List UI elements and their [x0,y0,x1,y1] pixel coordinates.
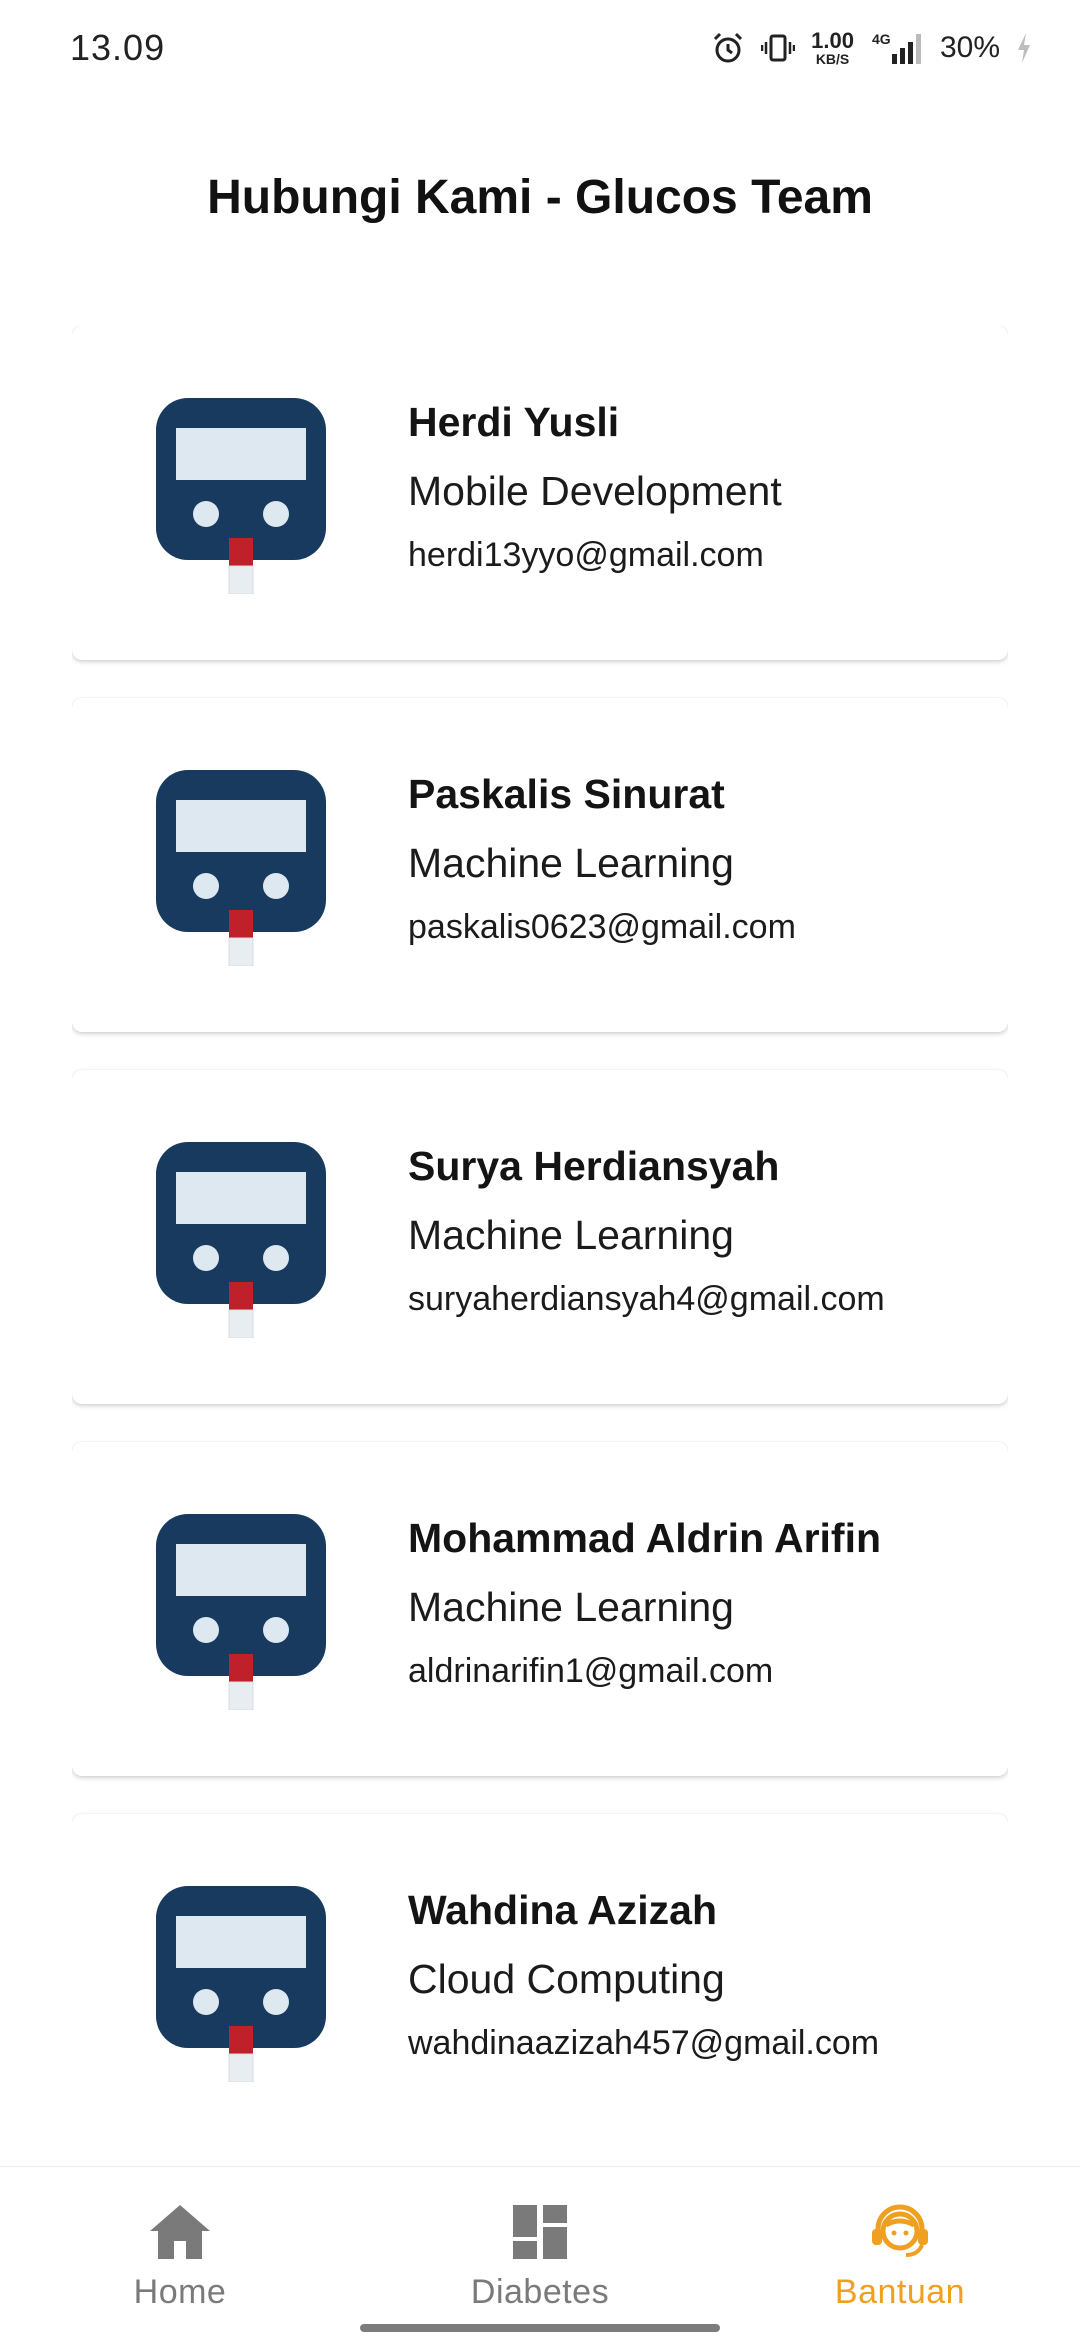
speed-value: 1.00 [811,28,854,53]
nav-label-diabetes: Diabetes [470,2273,610,2311]
contact-info: Wahdina Azizah Cloud Computing wahdinaaz… [408,1887,988,2061]
vibrate-icon [761,34,796,62]
contact-email[interactable]: wahdinaazizah457@gmail.com [408,2026,988,2060]
gesture-navigation-bar[interactable] [360,2324,720,2332]
network-speed: 1.00 KB/S [811,28,854,67]
contact-role: Machine Learning [408,1212,734,1258]
screen: 13.09 1.00 KB/S 4G 30% Hubungi Kami - Gl… [0,0,1080,2340]
bottom-navigation: Home Diabetes Bantuan [0,2166,1080,2340]
contact-email[interactable]: paskalis0623@gmail.com [408,910,988,944]
contact-card[interactable]: Mohammad Aldrin Arifin Machine Learning … [72,1442,1008,1776]
signal-icon: 4G [872,31,921,64]
contact-role: Machine Learning [408,840,734,886]
contact-name: Wahdina Azizah [408,1887,718,1933]
glucometer-icon [156,770,326,966]
nav-label-bantuan: Bantuan [834,2273,966,2311]
glucometer-icon [156,1886,326,2082]
contact-card[interactable]: Wahdina Azizah Cloud Computing wahdinaaz… [72,1814,1008,2126]
alarm-icon [714,32,743,63]
contact-info: Surya Herdiansyah Machine Learning surya… [408,1143,988,1317]
contact-email[interactable]: suryaherdiansyah4@gmail.com [408,1282,988,1316]
charging-icon [1018,33,1030,63]
nav-item-bantuan[interactable]: Bantuan [720,2167,1080,2340]
status-bar: 13.09 1.00 KB/S 4G 30% [0,0,1080,96]
contact-email[interactable]: aldrinarifin1@gmail.com [408,1654,988,1688]
contact-card[interactable]: Herdi Yusli Mobile Development herdi13yy… [72,326,1008,660]
contact-role: Mobile Development [408,468,782,514]
contact-card[interactable]: Paskalis Sinurat Machine Learning paskal… [72,698,1008,1032]
contact-email[interactable]: herdi13yyo@gmail.com [408,538,988,572]
support-agent-icon [872,2204,928,2257]
nav-item-diabetes[interactable]: Diabetes [360,2167,720,2340]
speed-unit: KB/S [815,51,850,67]
status-time: 13.09 [70,27,166,68]
contact-info: Paskalis Sinurat Machine Learning paskal… [408,771,988,945]
contact-card[interactable]: Surya Herdiansyah Machine Learning surya… [72,1070,1008,1404]
glucometer-icon [156,1514,326,1710]
contact-info: Herdi Yusli Mobile Development herdi13yy… [408,399,988,573]
contact-name: Surya Herdiansyah [408,1143,780,1189]
nav-label-home: Home [133,2273,227,2311]
contact-info: Mohammad Aldrin Arifin Machine Learning … [408,1515,988,1689]
page-title: Hubungi Kami - Glucos Team [207,171,873,224]
contact-role: Cloud Computing [408,1956,725,2002]
status-icons: 1.00 KB/S 4G 30% [711,30,1032,66]
contact-name: Mohammad Aldrin Arifin [408,1515,882,1561]
battery-percent: 30% [939,31,1000,64]
home-icon [150,2205,210,2259]
nav-item-home[interactable]: Home [0,2167,360,2340]
contact-name: Herdi Yusli [408,399,620,445]
contact-list[interactable]: Herdi Yusli Mobile Development herdi13yy… [72,326,1008,2126]
network-type: 4G [872,31,891,47]
glucometer-icon [156,1142,326,1338]
glucometer-icon [156,398,326,594]
dashboard-icon [513,2205,567,2259]
contact-role: Machine Learning [408,1584,734,1630]
contact-name: Paskalis Sinurat [408,771,725,817]
